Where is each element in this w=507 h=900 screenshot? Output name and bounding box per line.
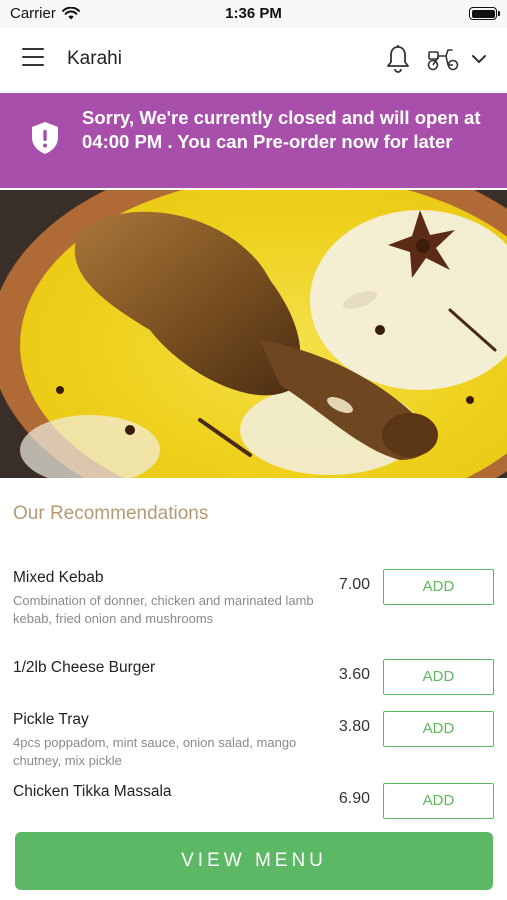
status-time: 1:36 PM xyxy=(225,5,282,22)
item-description: Combination of donner, chicken and marin… xyxy=(13,593,314,626)
add-to-cart-button[interactable]: ADD xyxy=(383,569,494,605)
menu-item: Chicken Tikka Massala 6.90 ADD xyxy=(0,783,507,823)
item-price: 6.90 xyxy=(338,790,370,807)
hero-image xyxy=(0,190,507,478)
closed-notice-banner: Sorry, We're currently closed and will o… xyxy=(0,93,507,188)
closed-message: Sorry, We're currently closed and will o… xyxy=(82,107,481,152)
item-name: Chicken Tikka Massala xyxy=(13,783,172,800)
shield-alert-icon xyxy=(32,122,58,154)
hamburger-menu-icon[interactable] xyxy=(22,48,46,70)
battery-icon xyxy=(469,7,500,20)
item-price: 7.00 xyxy=(338,576,370,593)
add-to-cart-button[interactable]: ADD xyxy=(383,711,494,747)
item-price: 3.80 xyxy=(338,718,370,735)
view-menu-button[interactable]: VIEW MENU xyxy=(15,832,493,890)
app-header: Karahi xyxy=(0,28,507,92)
item-name: Mixed Kebab xyxy=(13,569,104,586)
restaurant-title: Karahi xyxy=(67,48,122,69)
menu-item: Mixed Kebab Combination of donner, chick… xyxy=(0,569,507,644)
add-to-cart-button[interactable]: ADD xyxy=(383,783,494,819)
item-description: 4pcs poppadom, mint sauce, onion salad, … xyxy=(13,735,297,768)
recommendations-title: Our Recommendations xyxy=(13,503,209,524)
menu-item: Pickle Tray 4pcs poppadom, mint sauce, o… xyxy=(0,711,507,771)
item-name: 1/2lb Cheese Burger xyxy=(13,659,156,676)
status-bar: Carrier 1:36 PM xyxy=(0,0,507,28)
item-price: 3.60 xyxy=(338,666,370,683)
item-name: Pickle Tray xyxy=(13,711,89,728)
bell-icon[interactable] xyxy=(385,44,411,74)
chevron-down-icon[interactable] xyxy=(470,50,488,68)
menu-item: 1/2lb Cheese Burger 3.60 ADD xyxy=(0,659,507,699)
add-to-cart-button[interactable]: ADD xyxy=(383,659,494,695)
biryani-photo xyxy=(0,190,507,478)
scooter-icon[interactable] xyxy=(426,46,460,72)
